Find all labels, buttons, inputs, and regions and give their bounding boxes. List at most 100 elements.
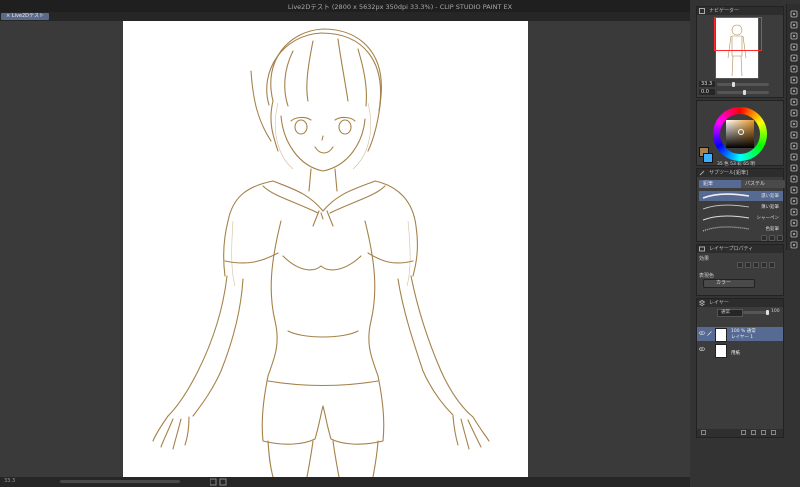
- layer-thumbnail: [715, 344, 727, 358]
- navigator-view-rect[interactable]: [714, 17, 762, 51]
- effect-misc-button[interactable]: [769, 262, 775, 268]
- balloon-icon[interactable]: [790, 219, 798, 227]
- brush-label: 色鉛筆: [765, 227, 780, 232]
- navigator-icon: [699, 8, 705, 14]
- move-icon[interactable]: [790, 43, 798, 51]
- rotation-slider[interactable]: [717, 90, 769, 95]
- canvas-workarea[interactable]: [0, 21, 690, 477]
- brush-item[interactable]: 薄い鉛筆: [699, 202, 783, 212]
- correct-line-icon[interactable]: [790, 241, 798, 249]
- hue-value: 35: [717, 162, 723, 167]
- subtool-tab-pencil[interactable]: 鉛筆: [699, 180, 743, 188]
- effect-tone-button[interactable]: [745, 262, 751, 268]
- hand-icon[interactable]: [790, 21, 798, 29]
- copy-subtool-button[interactable]: [769, 235, 775, 241]
- saturation-value-square[interactable]: [726, 120, 754, 148]
- layer-row[interactable]: 用紙: [697, 343, 783, 358]
- visibility-eye-icon[interactable]: [699, 331, 705, 335]
- lasso-icon[interactable]: [790, 65, 798, 73]
- select-rect-icon[interactable]: [790, 54, 798, 62]
- brush-item[interactable]: 濃い鉛筆: [699, 191, 783, 201]
- tool-palette: [786, 4, 800, 250]
- layer-thumbnail: [715, 328, 727, 342]
- effect-extract-button[interactable]: [761, 262, 767, 268]
- delete-subtool-button[interactable]: [777, 235, 783, 241]
- hue-ring[interactable]: [713, 107, 767, 161]
- document-tab[interactable]: × Live2Dテスト: [1, 13, 50, 20]
- brush-label: 濃い鉛筆: [761, 194, 779, 199]
- opacity-slider[interactable]: [743, 310, 769, 315]
- blend-icon[interactable]: [790, 153, 798, 161]
- brush-label: シャーペン: [756, 216, 780, 221]
- brush-stroke-preview: [702, 215, 750, 221]
- subtool-header: サブツール[鉛筆]: [697, 169, 783, 177]
- visibility-eye-icon[interactable]: [699, 347, 705, 351]
- color-wheel-panel: 35 色 53 彩 65 明: [696, 100, 784, 167]
- airbrush-icon[interactable]: [790, 120, 798, 128]
- opacity-slider-knob[interactable]: [766, 310, 769, 315]
- brush-item[interactable]: 色鉛筆: [699, 224, 783, 234]
- window-title: Live2Dテスト (2800 x 5632px 350dpi 33.3%) -…: [287, 3, 513, 11]
- effect-label: 効果: [699, 256, 710, 262]
- zoom-slider-knob[interactable]: [732, 82, 735, 87]
- new-folder-button[interactable]: [741, 430, 746, 435]
- brush-label: 薄い鉛筆: [761, 205, 779, 210]
- rotation-field[interactable]: 0.0: [699, 89, 715, 95]
- fill-icon[interactable]: [790, 164, 798, 172]
- layer-panel-header: レイヤー: [697, 299, 783, 307]
- subtool-tab-pastel[interactable]: パステル: [741, 180, 785, 188]
- layer-property-panel: レイヤープロパティ 効果 表現色 カラー: [696, 244, 784, 296]
- hsv-readout: 35 色 53 彩 65 明: [717, 161, 755, 167]
- layer-name: 用紙: [731, 351, 740, 356]
- zoom-field[interactable]: 33.3: [699, 81, 715, 87]
- navigator-thumbnail[interactable]: [714, 17, 762, 79]
- hue-label: 色: [724, 162, 729, 167]
- effect-border-button[interactable]: [737, 262, 743, 268]
- navigator-panel: ナビゲーター 33.3 0.0: [696, 6, 784, 98]
- status-bar: 33.3: [0, 477, 690, 487]
- layer-footer-toolbar: [697, 429, 783, 437]
- ruler-icon[interactable]: [790, 230, 798, 238]
- brush-icon[interactable]: [790, 109, 798, 117]
- pen-icon[interactable]: [790, 87, 798, 95]
- brush-item[interactable]: シャーペン: [699, 213, 783, 223]
- subtool-title: サブツール[鉛筆]: [709, 170, 748, 176]
- zoom-icon[interactable]: [790, 10, 798, 18]
- eyedropper-icon[interactable]: [790, 76, 798, 84]
- eraser-icon[interactable]: [790, 142, 798, 150]
- pencil-icon[interactable]: [790, 98, 798, 106]
- zoom-slider[interactable]: [717, 82, 769, 87]
- layer-property-title: レイヤープロパティ: [709, 246, 754, 252]
- effect-color-button[interactable]: [753, 262, 759, 268]
- document-tab-bar: × Live2Dテスト: [0, 12, 690, 21]
- frame-icon[interactable]: [790, 197, 798, 205]
- figure-icon[interactable]: [790, 186, 798, 194]
- expression-color-label: 表現色: [699, 273, 715, 279]
- status-zoom: 33.3: [4, 478, 16, 484]
- mask-button[interactable]: [761, 430, 766, 435]
- color-cursor[interactable]: [738, 129, 744, 135]
- layer-name: レイヤー 1: [731, 335, 754, 340]
- delete-layer-button[interactable]: [771, 430, 776, 435]
- value-value: 65: [743, 162, 749, 167]
- drawing-canvas[interactable]: [123, 21, 528, 477]
- brush-stroke-preview: [702, 204, 750, 210]
- decoration-icon[interactable]: [790, 131, 798, 139]
- merge-layer-button[interactable]: [751, 430, 756, 435]
- add-subtool-button[interactable]: [761, 235, 767, 241]
- expression-color-dropdown[interactable]: カラー: [703, 279, 755, 288]
- subtool-icon: [699, 170, 705, 176]
- sub-color-swatch[interactable]: [703, 153, 713, 163]
- horizontal-scrollbar[interactable]: [60, 480, 180, 483]
- layer-icon: [699, 300, 705, 306]
- text-icon[interactable]: [790, 208, 798, 216]
- expression-color-value: カラー: [716, 280, 732, 286]
- gradient-icon[interactable]: [790, 175, 798, 183]
- layer-row[interactable]: 100 % 通常 レイヤー 1: [697, 327, 783, 342]
- blend-mode-select[interactable]: 通常: [717, 309, 743, 317]
- new-raster-layer-button[interactable]: [701, 430, 706, 435]
- rotate-icon[interactable]: [790, 32, 798, 40]
- layer-property-header: レイヤープロパティ: [697, 245, 783, 253]
- rotation-slider-knob[interactable]: [743, 90, 746, 95]
- saturation-label: 彩: [737, 162, 742, 167]
